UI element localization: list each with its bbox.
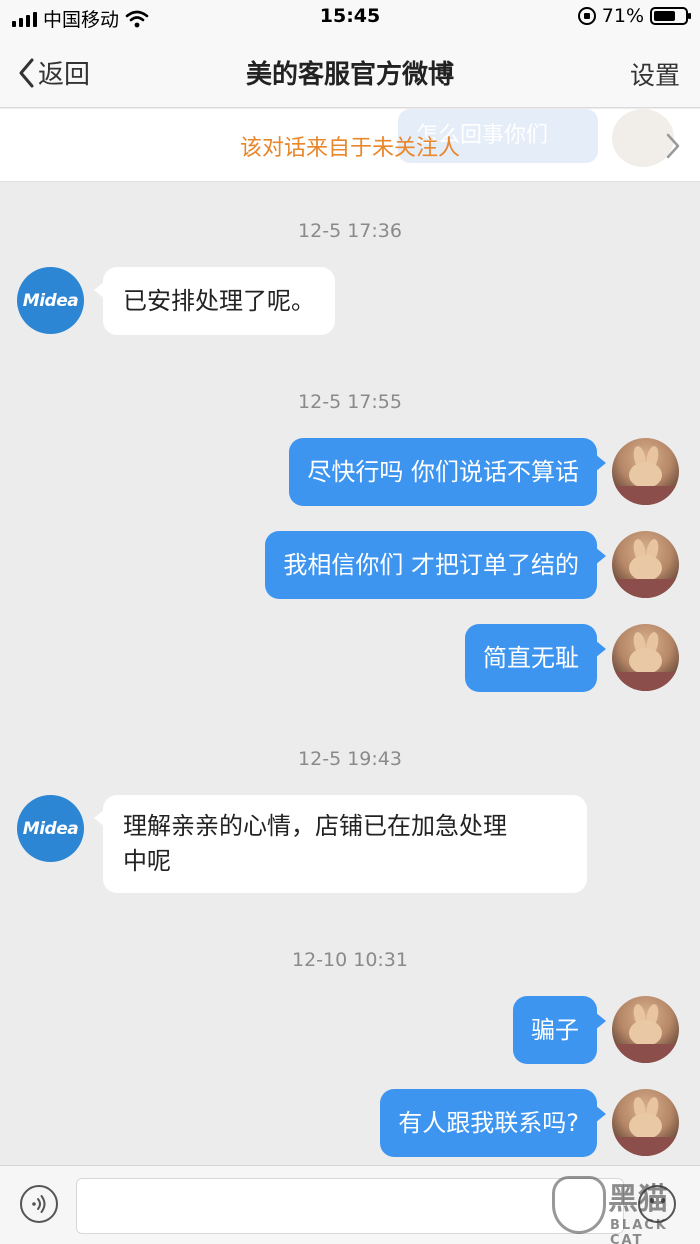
outgoing-message[interactable]: 我相信你们 才把订单了结的 (265, 531, 606, 599)
service-avatar[interactable]: Midea (17, 795, 84, 862)
chevron-right-icon (666, 133, 680, 159)
outgoing-message[interactable]: 骗子 (513, 996, 606, 1064)
outgoing-message[interactable]: 简直无耻 (465, 624, 606, 692)
timestamp: 12-5 19:43 (298, 748, 402, 770)
incoming-message[interactable]: 理解亲亲的心情，店铺已在加急处理 中呢 (94, 795, 587, 893)
status-bar: 中国移动 15:45 71% (0, 0, 700, 34)
outgoing-message[interactable]: 有人跟我联系吗? (380, 1089, 606, 1157)
user-avatar[interactable] (612, 438, 679, 505)
watermark-subtext: BLACK CAT (610, 1218, 668, 1244)
outgoing-message[interactable]: 尽快行吗 你们说话不算话 (289, 438, 606, 506)
voice-icon (32, 1195, 46, 1213)
timestamp: 12-5 17:36 (298, 220, 402, 242)
banner-text: 该对话来自于未关注人 (239, 136, 460, 161)
user-avatar[interactable] (612, 996, 679, 1063)
cat-logo-icon (552, 1176, 606, 1234)
voice-button[interactable] (20, 1185, 58, 1223)
user-avatar[interactable] (612, 624, 679, 691)
service-avatar-logo: Midea (22, 818, 79, 839)
watermark-text: 黑猫 (608, 1182, 668, 1217)
timestamp: 12-10 10:31 (291, 949, 408, 971)
message-line: 理解亲亲的心情，店铺已在加急处理 (123, 812, 507, 840)
rotation-lock-icon (577, 7, 596, 25)
timestamp: 12-5 17:55 (298, 391, 402, 413)
service-avatar-logo: Midea (22, 290, 79, 311)
message-input[interactable] (76, 1178, 624, 1234)
settings-button[interactable]: 设置 (630, 56, 680, 92)
user-avatar[interactable] (612, 531, 679, 598)
service-avatar[interactable]: Midea (17, 267, 84, 334)
incoming-message[interactable]: 已安排处理了呢。 (94, 267, 335, 335)
battery-icon (650, 7, 691, 25)
page-title: 美的客服官方微博 (245, 60, 454, 90)
black-cat-watermark: 黑猫 BLACK CAT (548, 1172, 698, 1244)
status-right: 71% (577, 5, 691, 27)
battery-percent: 71% (601, 5, 644, 27)
message-line: 中呢 (123, 847, 171, 875)
follow-banner[interactable]: 怎么回事你们 该对话来自于未关注人 (0, 109, 700, 182)
user-avatar[interactable] (612, 1089, 679, 1156)
nav-bar: 返回 美的客服官方微博 设置 (0, 40, 700, 106)
header: 中国移动 15:45 71% 返回 美的客服官方微博 设置 (0, 0, 700, 108)
